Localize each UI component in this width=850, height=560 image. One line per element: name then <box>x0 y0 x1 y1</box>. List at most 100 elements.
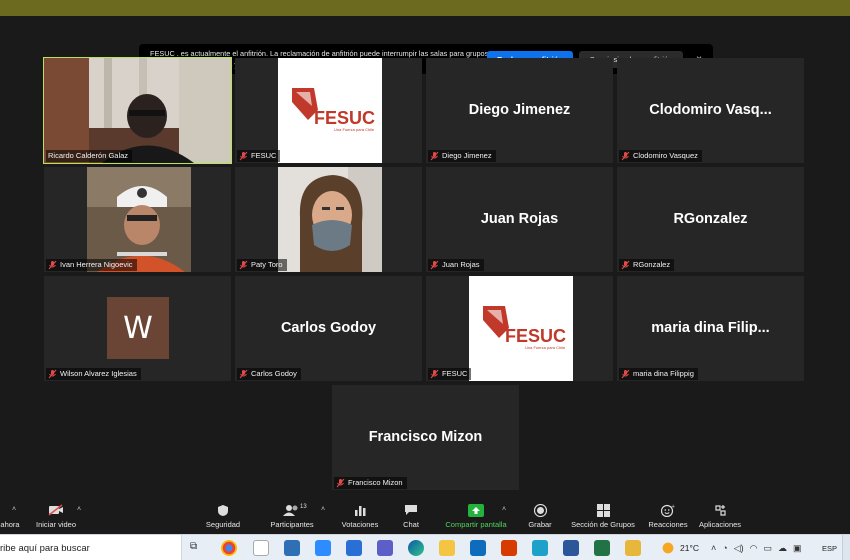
participant-display-name: Diego Jimenez <box>468 102 571 118</box>
mic-muted-icon <box>621 369 630 379</box>
participant-tile-ivan[interactable]: Ivan Herrera Nigoevic <box>44 167 231 272</box>
record-icon <box>533 502 547 518</box>
participant-tile-fesuc-2[interactable]: FESUC Una Fuerza para Chile FESUC <box>426 276 613 381</box>
folder-icon[interactable] <box>439 540 455 556</box>
mic-muted-icon <box>430 260 439 270</box>
participant-display-name: maria dina Filip... <box>651 320 770 336</box>
security-button[interactable]: Seguridad <box>201 502 245 532</box>
chevron-up-icon[interactable]: ˄ <box>77 506 81 513</box>
volume-icon[interactable]: ◁) <box>734 543 744 554</box>
participant-display-name: Carlos Godoy <box>280 320 377 336</box>
mic-muted-icon <box>48 260 57 270</box>
participant-nametag: Wilson Alvarez Iglesias <box>46 368 141 380</box>
participant-tile-rgonzalez[interactable]: RGonzalez RGonzalez <box>617 167 804 272</box>
mic-muted-icon <box>621 260 630 270</box>
window-title-bar <box>0 0 850 16</box>
office-icon[interactable] <box>501 540 517 556</box>
shield-icon <box>217 502 229 518</box>
breakout-rooms-button[interactable]: Sección de Grupos <box>569 502 637 532</box>
battery-icon[interactable]: ▭ <box>763 543 772 554</box>
smiley-plus-icon: + <box>661 502 675 518</box>
participant-name: Ivan Herrera Nigoevic <box>60 260 133 269</box>
participant-nametag: Carlos Godoy <box>237 368 301 380</box>
sketch-icon[interactable] <box>625 540 641 556</box>
svg-text:+: + <box>671 504 675 510</box>
outlook-icon[interactable] <box>470 540 486 556</box>
participant-nametag: Francisco Mizon <box>334 477 407 489</box>
participant-video-ricardo <box>44 58 231 163</box>
reactions-button[interactable]: + Reacciones <box>646 502 690 532</box>
onedrive-icon[interactable]: ☁ <box>778 543 787 554</box>
apps-button[interactable]: Aplicaciones <box>697 502 743 532</box>
participant-tile-fesuc-1[interactable]: FESUC Una Fuerza para Chile FESUC <box>235 58 422 163</box>
weather-icon[interactable] <box>660 540 676 556</box>
file-icon[interactable] <box>253 540 269 556</box>
apps-icon <box>714 502 727 518</box>
participant-video-ivan <box>87 167 191 272</box>
logo-tagline: Una Fuerza para Chile <box>525 345 566 350</box>
wifi-icon[interactable]: ◠ <box>750 543 758 554</box>
app-icon[interactable] <box>532 540 548 556</box>
start-video-button[interactable]: Iniciar video <box>34 502 78 532</box>
logo-brand: FESUC <box>505 326 566 346</box>
chevron-up-icon[interactable]: ˄ <box>321 506 325 513</box>
participant-name: Diego Jimenez <box>442 151 492 160</box>
mic-muted-icon <box>621 151 630 161</box>
mic-muted-icon <box>430 369 439 379</box>
participant-tile-ricardo[interactable]: Ricardo Calderón Galaz <box>43 57 232 164</box>
participant-tile-francisco[interactable]: Francisco Mizon Francisco Mizon <box>332 385 519 490</box>
meeting-toolbar: ˄ ahora Iniciar video ˄ Seguridad 13 Par… <box>0 498 850 534</box>
participant-name: Wilson Alvarez Iglesias <box>60 369 137 378</box>
share-screen-icon <box>468 502 484 518</box>
record-button[interactable]: Grabar <box>524 502 556 532</box>
os-taskbar: ribe aquí para buscar ⧉ 21°C ˄ ◔ ◁) ◠ ▭ … <box>0 534 850 560</box>
polls-button[interactable]: Votaciones <box>338 502 382 532</box>
chevron-up-icon[interactable]: ˄ <box>12 506 16 513</box>
mail-icon[interactable] <box>346 540 362 556</box>
network-icon[interactable]: ◔ <box>722 543 727 553</box>
taskbar-search-input[interactable]: ribe aquí para buscar <box>0 535 182 560</box>
participant-display-name: Francisco Mizon <box>368 429 483 445</box>
edge-icon[interactable] <box>408 540 424 556</box>
word-icon[interactable] <box>563 540 579 556</box>
weather-temperature[interactable]: 21°C <box>680 535 699 560</box>
excel-icon[interactable] <box>594 540 610 556</box>
input-language[interactable]: ESP <box>822 535 837 560</box>
participants-count: 13 <box>300 504 307 510</box>
chat-bubble-icon <box>404 502 418 518</box>
store-icon[interactable] <box>284 540 300 556</box>
chevron-up-icon[interactable]: ˄ <box>502 506 506 513</box>
system-tray[interactable]: ˄ ◔ ◁) ◠ ▭ ☁ ▣ <box>711 535 802 560</box>
participant-tile-juan[interactable]: Juan Rojas Juan Rojas <box>426 167 613 272</box>
chrome-icon[interactable] <box>221 540 237 556</box>
participant-video-paty <box>278 167 382 272</box>
bar-chart-icon <box>354 502 366 518</box>
mic-muted-icon <box>430 151 439 161</box>
chevron-up-icon[interactable]: ˄ <box>711 543 716 553</box>
participant-tile-clodomiro[interactable]: Clodomiro Vasq... Clodomiro Vasquez <box>617 58 804 163</box>
teams-icon[interactable] <box>377 540 393 556</box>
logo-tagline: Una Fuerza para Chile <box>334 127 375 132</box>
task-view-icon[interactable]: ⧉ <box>190 541 206 557</box>
zoom-icon[interactable] <box>315 540 331 556</box>
participant-nametag: FESUC <box>237 150 281 162</box>
participants-button[interactable]: 13 Participantes <box>265 502 319 532</box>
participant-nametag: Ricardo Calderón Galaz <box>46 150 133 162</box>
share-screen-button[interactable]: Compartir pantalla <box>441 502 511 532</box>
temperature-label: 21°C <box>680 543 699 553</box>
show-desktop-button[interactable] <box>842 535 850 560</box>
participant-tile-paty[interactable]: Paty Toro <box>235 167 422 272</box>
participant-tile-wilson[interactable]: W Wilson Alvarez Iglesias <box>44 276 231 381</box>
polls-label: Votaciones <box>341 520 379 529</box>
participant-tile-carlos[interactable]: Carlos Godoy Carlos Godoy <box>235 276 422 381</box>
participant-tile-maria[interactable]: maria dina Filip... maria dina Filippig <box>617 276 804 381</box>
reactions-label: Reacciones <box>648 520 688 529</box>
participant-nametag: Ivan Herrera Nigoevic <box>46 259 137 271</box>
participant-nametag: Diego Jimenez <box>428 150 496 162</box>
chat-button[interactable]: Chat <box>396 502 426 532</box>
participant-tile-diego[interactable]: Diego Jimenez Diego Jimenez <box>426 58 613 163</box>
mic-muted-icon <box>336 478 345 488</box>
mic-muted-icon <box>239 260 248 270</box>
participant-nametag: maria dina Filippig <box>619 368 698 380</box>
notification-icon[interactable]: ▣ <box>793 543 802 554</box>
